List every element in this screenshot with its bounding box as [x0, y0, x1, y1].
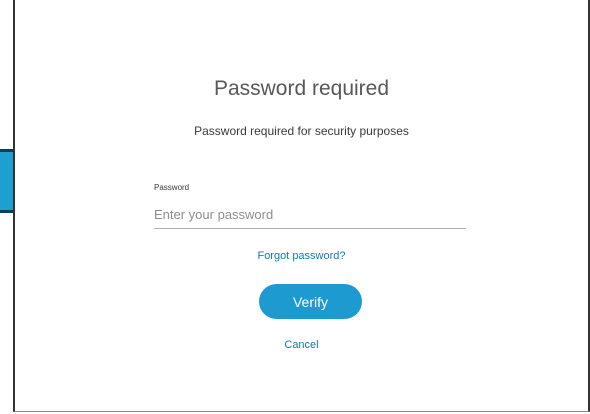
cancel-link[interactable]: Cancel — [15, 339, 588, 351]
dialog-title: Password required — [213, 77, 390, 100]
password-dialog: Password required Password required for … — [13, 0, 590, 412]
cancel-label[interactable]: Cancel — [284, 339, 318, 351]
verify-button[interactable]: Verify — [259, 284, 362, 319]
forgot-password-label[interactable]: Forgot password? — [257, 250, 345, 262]
password-input[interactable] — [154, 201, 466, 229]
forgot-password-link[interactable]: Forgot password? — [15, 250, 588, 262]
password-label: Password — [154, 183, 190, 192]
dialog-subtitle: Password required for security purposes — [194, 124, 409, 138]
